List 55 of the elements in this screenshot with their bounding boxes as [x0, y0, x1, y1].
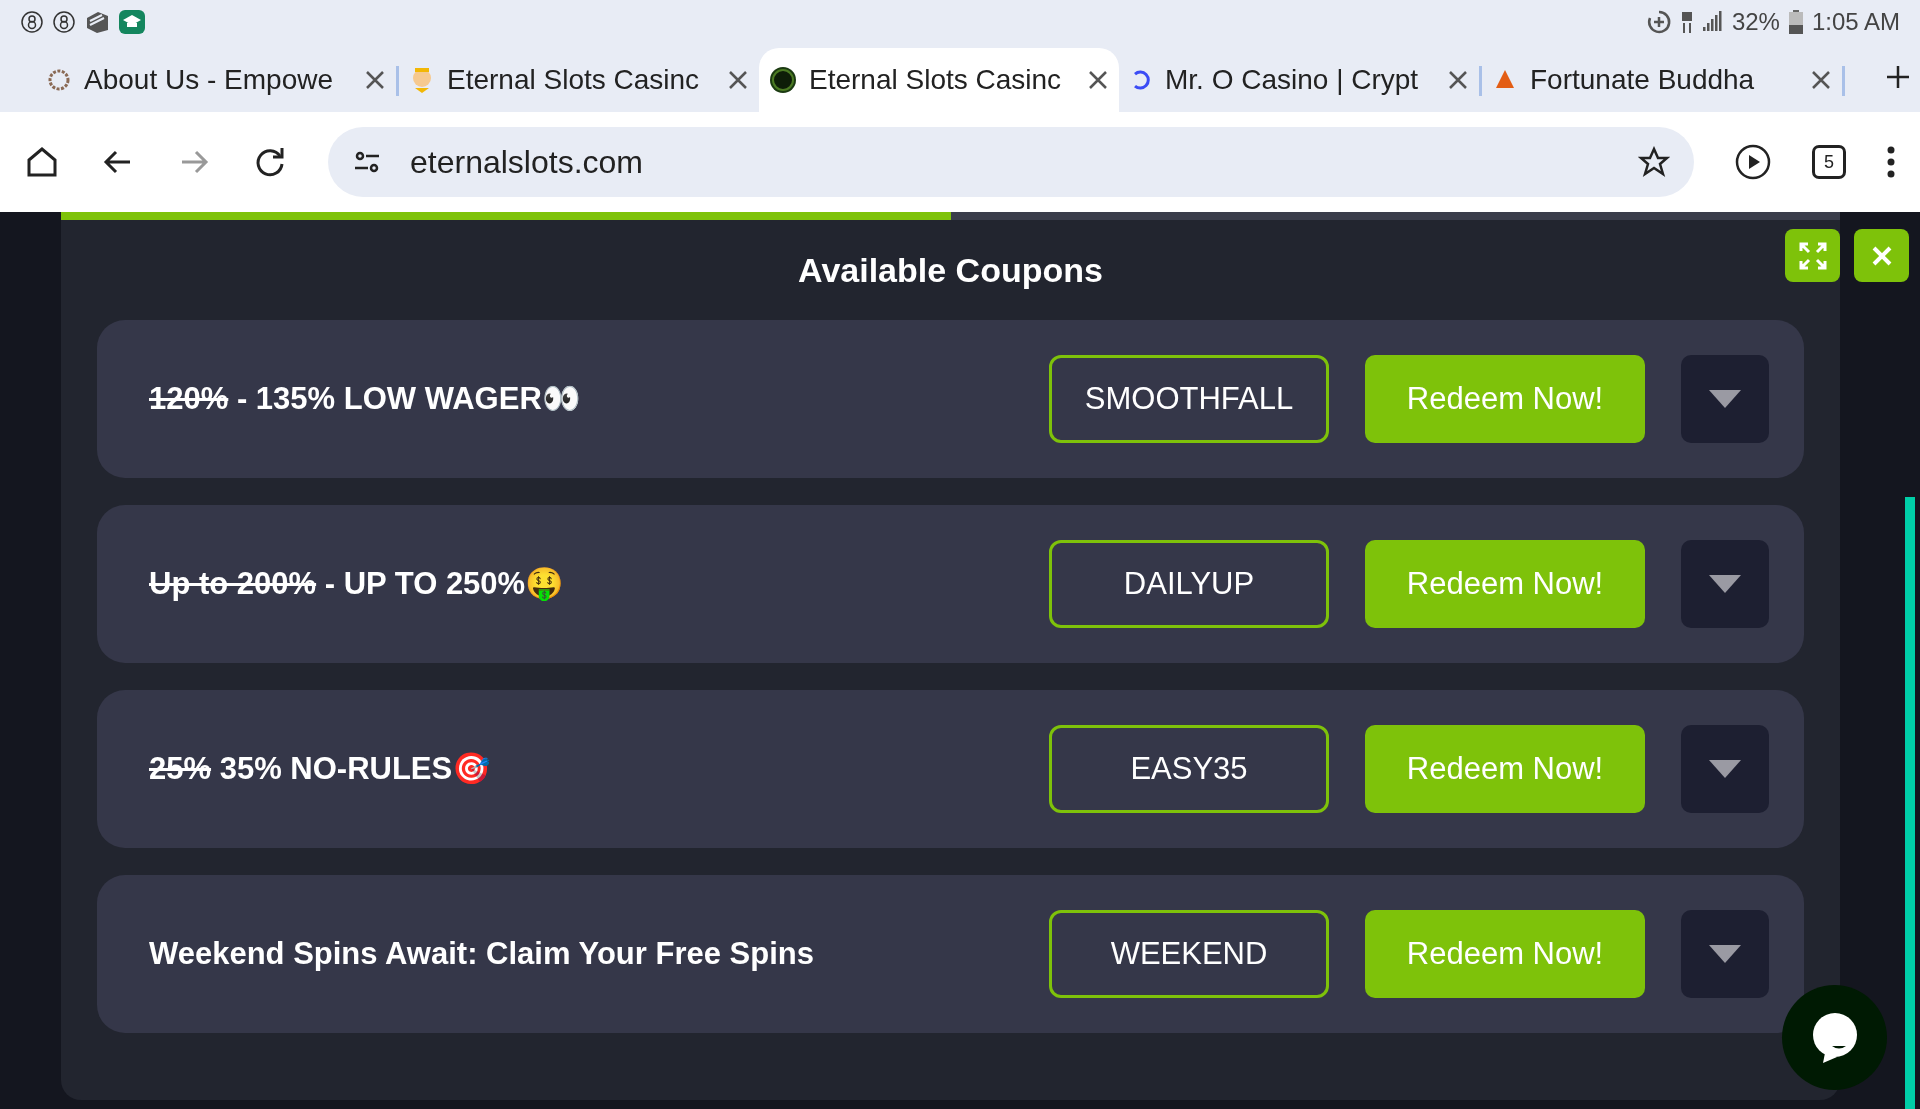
tab-count[interactable]: 5 — [1812, 145, 1846, 179]
coupon-code[interactable]: WEEKEND — [1049, 910, 1329, 998]
stack-icon — [84, 10, 110, 34]
close-icon[interactable] — [1447, 69, 1469, 91]
circled-eight-icon — [20, 10, 44, 34]
browser-tab[interactable]: Fortunate Buddha — [1482, 48, 1842, 112]
battery-icon — [1787, 9, 1804, 35]
new-tab-icon[interactable] — [1885, 64, 1911, 90]
star-icon[interactable] — [1638, 146, 1670, 178]
tab-title: Fortunate Buddha — [1530, 63, 1756, 97]
expand-button[interactable] — [1681, 725, 1769, 813]
coupon-title: Weekend Spins Await: Claim Your Free Spins — [149, 934, 815, 973]
clock-time: 1:05 AM — [1811, 7, 1900, 37]
coupon-title: Up to 200% - UP TO 250%🤑 — [149, 564, 566, 603]
address-bar[interactable]: eternalslots.com — [328, 127, 1694, 197]
caret-icon — [1709, 390, 1741, 408]
expand-icon — [1797, 240, 1828, 271]
logo-icon — [769, 66, 797, 94]
close-button[interactable] — [1854, 229, 1909, 282]
caret-icon — [1709, 760, 1741, 778]
tab-title: Eternal Slots Casinc — [809, 63, 1063, 97]
fullscreen-button[interactable] — [1785, 229, 1840, 282]
expand-button[interactable] — [1681, 355, 1769, 443]
circled-eight-icon — [52, 10, 76, 34]
tab-title: Mr. O Casino | Crypt — [1165, 63, 1420, 97]
browser-tab[interactable]: Eternal Slots Casinc — [399, 48, 759, 112]
close-icon[interactable] — [1810, 69, 1832, 91]
lte-icon — [1679, 9, 1694, 35]
browser-tab[interactable]: Eternal Slots Casinc — [759, 48, 1119, 112]
browser-tab[interactable]: About Us - Empowe — [36, 48, 396, 112]
expand-button[interactable] — [1681, 540, 1769, 628]
close-icon[interactable] — [727, 69, 749, 91]
panel-title: Available Coupons — [798, 249, 1103, 291]
more-icon[interactable] — [1886, 144, 1896, 180]
close-icon[interactable] — [1087, 69, 1109, 91]
data-saver-icon — [1645, 9, 1672, 35]
ring-icon — [46, 67, 72, 93]
signal-icon — [1701, 11, 1724, 33]
tab-title: Eternal Slots Casinc — [447, 63, 701, 97]
coupon-code[interactable]: SMOOTHFALL — [1049, 355, 1329, 443]
expand-button[interactable] — [1681, 910, 1769, 998]
tab-title: About Us - Empowe — [84, 63, 334, 97]
coupon-title: 120% - 135% LOW WAGER👀 — [149, 379, 582, 418]
close-icon[interactable] — [364, 69, 386, 91]
caret-icon — [1709, 945, 1741, 963]
coupon-code[interactable]: EASY35 — [1049, 725, 1329, 813]
url-text: eternalslots.com — [410, 143, 644, 182]
close-icon — [1870, 244, 1893, 267]
graduation-cap-icon — [118, 9, 146, 35]
coupon-code[interactable]: DAILYUP — [1049, 540, 1329, 628]
caret-icon — [1709, 575, 1741, 593]
play-icon[interactable] — [1734, 143, 1772, 181]
coupon-title: 25% 35% NO-RULES🎯 — [149, 749, 493, 788]
battery-percent: 32% — [1731, 7, 1780, 37]
browser-tab[interactable]: Mr. O Casino | Crypt — [1119, 48, 1479, 112]
